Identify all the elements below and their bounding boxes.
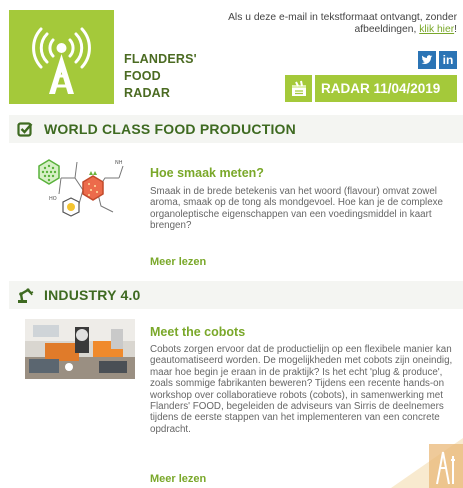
robot-arm-icon <box>16 286 34 304</box>
article-title-link[interactable]: Meet the cobots <box>150 325 245 339</box>
calendar-icon <box>285 75 312 102</box>
section-title: WORLD CLASS FOOD PRODUCTION <box>44 121 296 137</box>
read-more-link[interactable]: Meer lezen <box>150 473 206 485</box>
svg-text:NH: NH <box>115 160 123 166</box>
article-summary: Smaak in de brede betekenis van het woor… <box>150 186 443 232</box>
antenna-icon <box>32 27 91 94</box>
radar-date-label: RADAR 11/04/2019 <box>315 75 457 102</box>
click-here-link[interactable]: klik hier <box>419 24 454 35</box>
brand-line-2: FOOD <box>124 69 161 83</box>
radar-date-banner: RADAR 11/04/2019 <box>285 75 457 102</box>
notice-suffix: ! <box>454 24 457 35</box>
linkedin-icon[interactable]: in <box>439 51 457 69</box>
section-title: INDUSTRY 4.0 <box>44 287 141 303</box>
section-industry-4-0: INDUSTRY 4.0 <box>9 281 463 309</box>
article-thumbnail[interactable] <box>25 319 135 379</box>
text-format-notice: Als u deze e-mail in tekstformaat ontvan… <box>207 12 457 36</box>
twitter-icon[interactable] <box>418 51 436 69</box>
brand-line-3: RADAR <box>124 86 171 100</box>
article-title-link[interactable]: Hoe smaak meten? <box>150 166 264 180</box>
newsletter-page: FLANDERS' FOOD RADAR Als u deze e-mail i… <box>0 0 463 488</box>
brand-name: FLANDERS' FOOD RADAR <box>124 51 234 102</box>
social-links: in <box>418 51 457 69</box>
checkbox-icon <box>16 120 34 138</box>
article-thumbnail[interactable]: HO NH <box>25 154 135 224</box>
svg-text:HO: HO <box>49 196 57 202</box>
cobots-photo <box>25 319 135 379</box>
radar-logo[interactable] <box>9 10 114 104</box>
molecule-illustration: HO NH <box>38 159 124 217</box>
article-hoe-smaak-meten: HO NH Hoe smaak meten? Smaak in de brede… <box>9 150 463 275</box>
corner-decoration <box>391 438 463 488</box>
brand-line-1: FLANDERS' <box>124 52 197 66</box>
section-world-class-food-production: WORLD CLASS FOOD PRODUCTION <box>9 115 463 143</box>
read-more-link[interactable]: Meer lezen <box>150 256 206 268</box>
article-summary: Cobots zorgen ervoor dat de productielij… <box>150 344 453 435</box>
